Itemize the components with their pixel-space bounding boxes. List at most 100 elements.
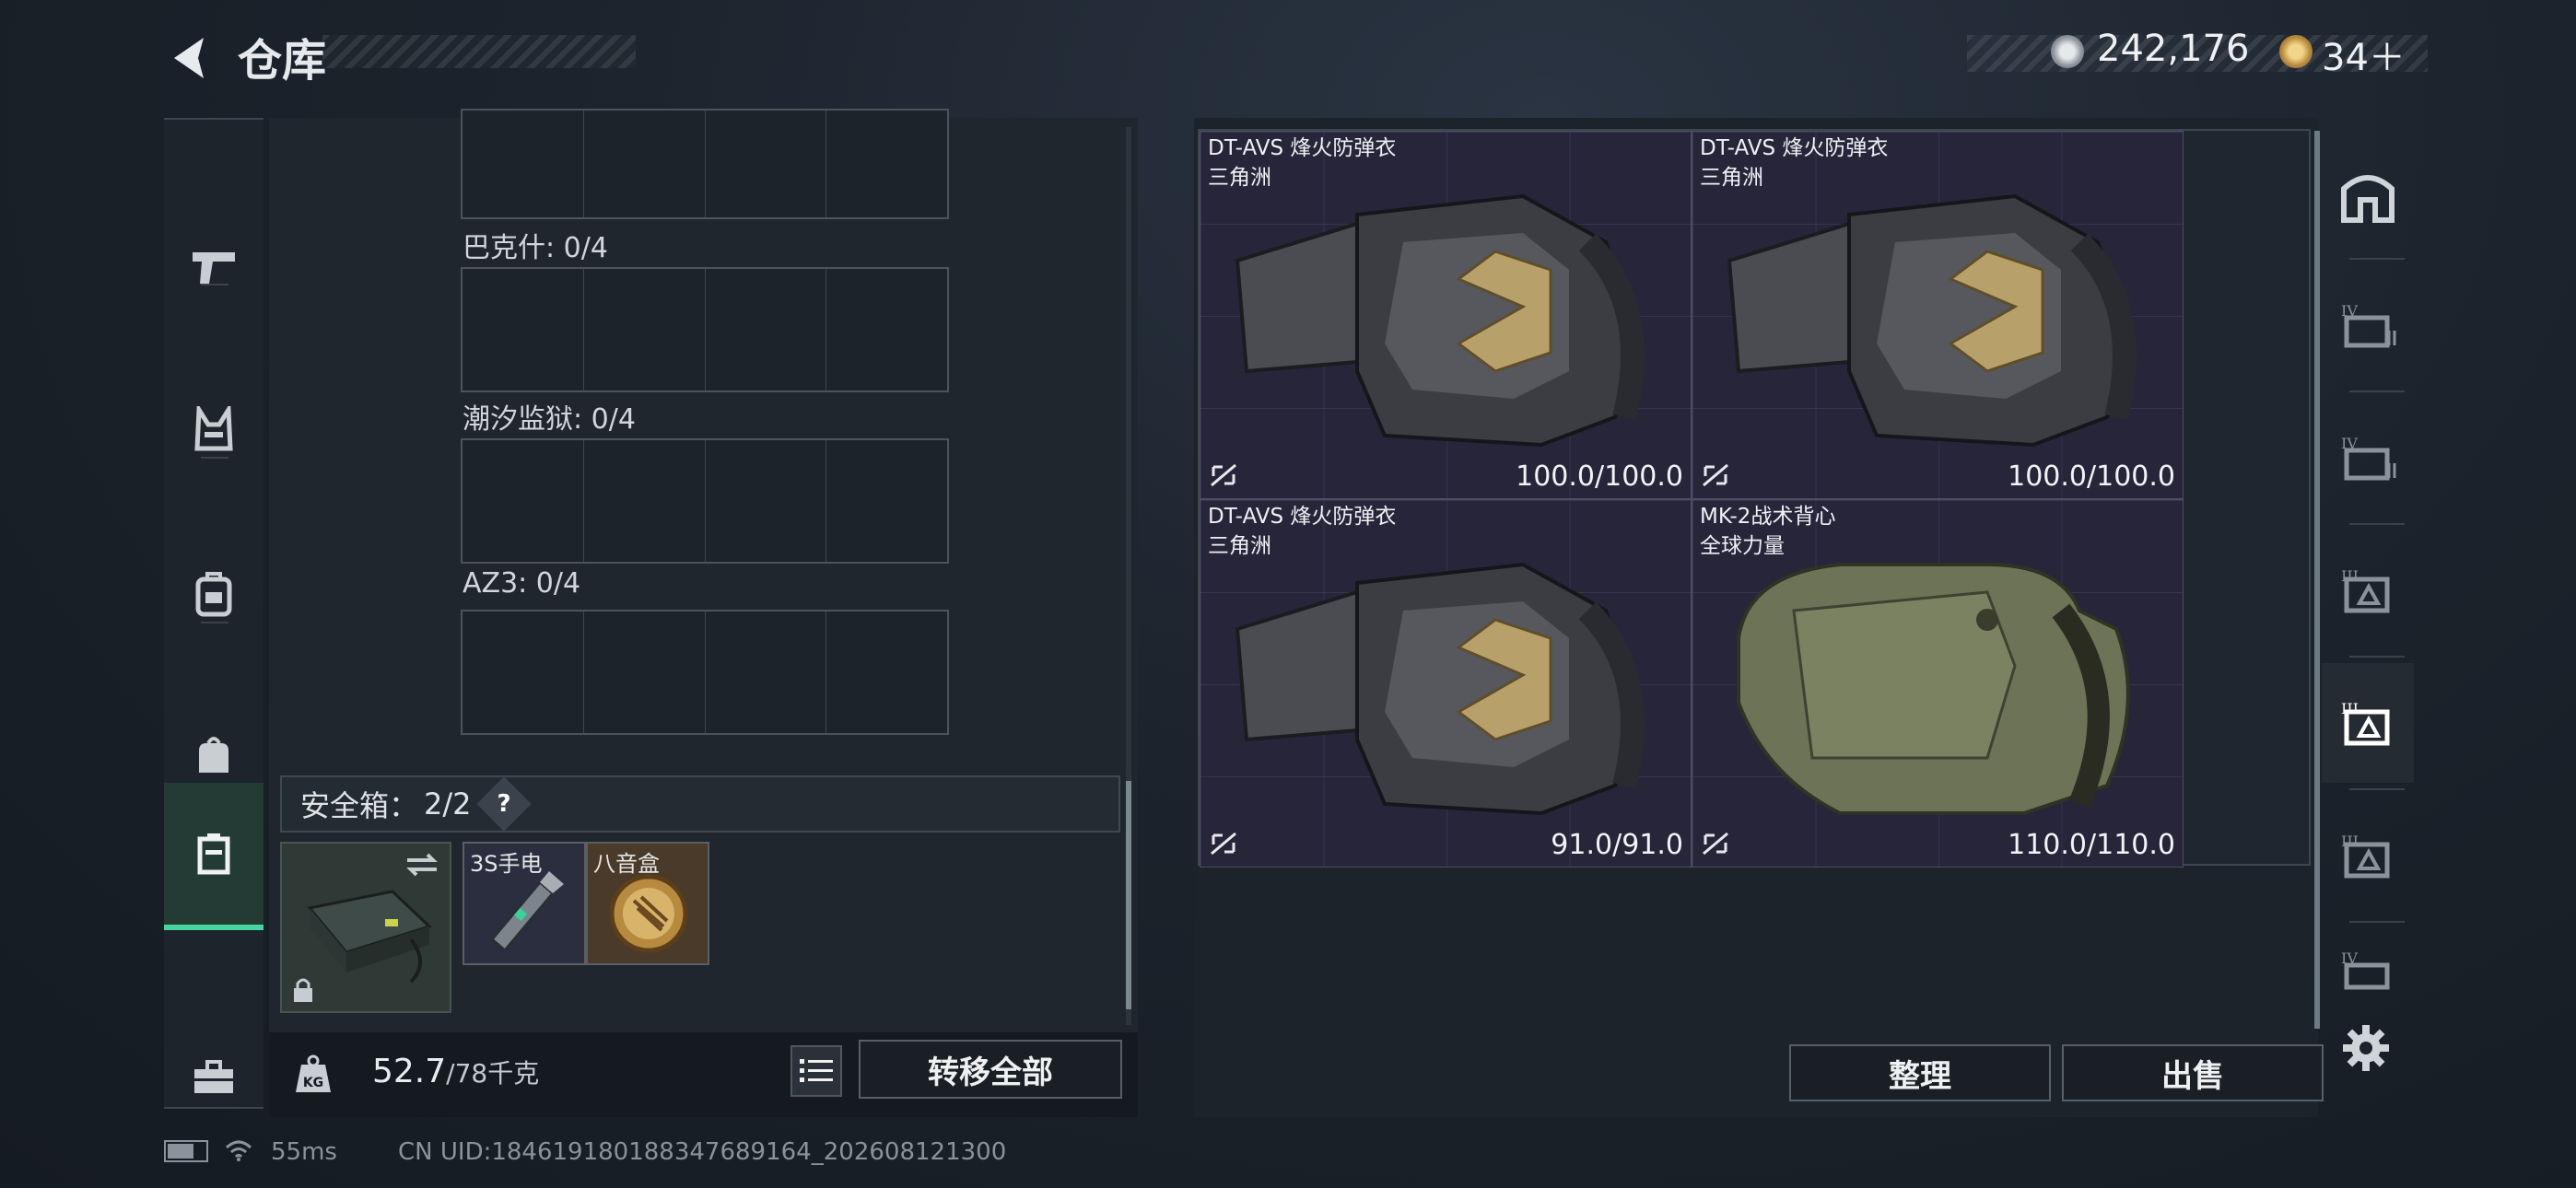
settings-button[interactable] [2338,1020,2394,1076]
stash-grid: DT-AVS 烽火防弹衣 三角洲 100.0/100.0 DT-AVS 烽火防弹… [1198,129,2311,868]
user-uid: CN UID:18461918018834768​9164_2026081213… [398,1138,1007,1166]
item-durability: 100.0/100.0 [1516,460,1683,493]
bag-rail: IV IV III III III IV [2322,118,2414,1039]
bag-tab-case-iv[interactable]: IV [2322,265,2414,385]
header-decor [322,35,636,68]
lock-icon [294,978,312,1002]
key-slot-grid[interactable] [461,438,949,564]
bag-tab-stash[interactable] [2322,138,2414,258]
svg-text:III: III [2341,700,2359,717]
unbound-icon [1211,463,1236,487]
weight-readout: 52.7/78千克 [372,1053,539,1090]
safe-box-header: 安全箱： 2/2 ? [280,775,1120,833]
sell-button[interactable]: 出售 [2062,1044,2324,1101]
category-rail [164,118,263,1109]
bag-tab-case-iv-2[interactable]: IV [2322,398,2414,518]
music-box-icon [609,874,688,953]
svg-text:III: III [2341,567,2359,585]
weight-value: 52.7 [372,1053,447,1090]
silver-coin-icon [2051,35,2084,68]
rail-item-weapons[interactable] [164,203,263,332]
rail-item-safe-case[interactable] [164,783,263,930]
rail-item-armor-rig[interactable] [164,365,263,494]
currency-primary: 242,176 [2097,28,2250,70]
swap-icon[interactable] [404,851,440,879]
stash-item[interactable]: DT-AVS 烽火防弹衣 三角洲 100.0/100.0 [1692,131,2184,499]
page-title: 仓库 [238,35,327,87]
stash-item[interactable]: DT-AVS 烽火防弹衣 三角洲 100.0/100.0 [1200,131,1692,499]
key-slot-grid[interactable] [461,109,949,219]
pistol-icon [193,252,235,284]
safe-case-slot[interactable] [280,842,451,1013]
container-panel: 巴克什: 0/4 潮汐监狱: 0/4 AZ3: 0/4 安全箱： 2/2 ? 3… [269,109,1138,1117]
chest-rig-icon [194,406,233,451]
safe-box-count: 2/2 [424,786,472,821]
stash-home-icon [2341,175,2395,223]
scrollbar-thumb[interactable] [1126,781,1131,1009]
list-view-button[interactable] [790,1045,842,1097]
case-tier-iv-icon: IV [2341,302,2396,348]
battery-icon [164,1140,208,1162]
svg-text:KG: KG [303,1076,323,1090]
unbound-icon [1703,832,1728,856]
body-armor-icon [1235,562,1645,816]
body-armor-icon [1235,193,1645,448]
stash-item[interactable]: DT-AVS 烽火防弹衣 三角洲 91.0/91.0 [1200,499,1692,868]
body-armor-icon [1727,193,2137,448]
stash-panel: DT-AVS 烽火防弹衣 三角洲 100.0/100.0 DT-AVS 烽火防弹… [1194,118,2324,1117]
svg-text:III: III [2341,833,2359,850]
ping-readout: 55ms [271,1138,337,1166]
item-source: 三角洲 [1700,166,1763,190]
stash-item[interactable]: MK-2战术背心 全球力量 110.0/110.0 [1692,499,2184,868]
gold-coin-icon [2279,35,2313,68]
currency-secondary[interactable]: 34＋ [2322,28,2406,81]
item-durability: 100.0/100.0 [2008,460,2175,493]
bag-tab-case-iii-active[interactable]: III [2322,663,2414,783]
item-source: 三角洲 [1208,166,1271,190]
stash-scrollbar[interactable] [2314,131,2320,1029]
unbound-icon [1703,463,1728,487]
item-source: 三角洲 [1208,534,1271,558]
rail-item-backpack[interactable] [164,530,263,658]
case-tier-iv-icon: IV [2341,435,2396,481]
key-slot-grid[interactable] [461,267,949,392]
case-tier-iii-icon: III [2341,833,2390,879]
bag-tab-case-iii[interactable]: III [2322,530,2414,650]
key-slot-grid[interactable] [461,610,949,735]
gear-icon [2343,1025,2389,1071]
help-icon[interactable]: ? [475,776,532,832]
item-name: DT-AVS 烽火防弹衣 [1700,136,1889,160]
weight-kg-icon: KG [287,1049,339,1101]
item-name: DT-AVS 烽火防弹衣 [1208,136,1397,160]
weight-max: /78千克 [446,1058,540,1089]
safe-item-flashlight[interactable]: 3S手电 [463,842,586,965]
toolbox-icon [194,1060,233,1093]
inventory-footer: KG 52.7/78千克 转移全部 [269,1032,1138,1117]
item-durability: 110.0/110.0 [2008,829,2175,861]
item-source: 全球力量 [1700,534,1785,558]
safe-box-label: 安全箱： [300,788,419,823]
item-name: DT-AVS 烽火防弹衣 [1208,505,1397,529]
pouch-icon [199,737,228,773]
bag-tab-case-iii-2[interactable]: III [2322,796,2414,915]
key-slot-label: 巴克什: 0/4 [463,232,608,264]
transfer-all-button[interactable]: 转移全部 [859,1040,1122,1099]
case-tier-iii-icon: III [2341,567,2390,613]
back-arrow-icon [174,38,204,78]
item-name: MK-2战术背心 [1700,505,1836,529]
key-slot-label: 潮汐监狱: 0/4 [463,403,636,436]
flashlight-icon [489,871,564,953]
backpack-icon [195,572,232,617]
case-icon [197,833,230,875]
unbound-icon [1211,832,1236,856]
case-tier-iv-icon: IV [2341,949,2390,990]
rail-item-toolbox[interactable] [164,1013,263,1142]
item-durability: 91.0/91.0 [1551,829,1683,861]
case-tier-iii-icon: III [2341,700,2390,746]
safe-item-music-box[interactable]: 八音盒 [586,842,709,965]
list-icon [800,1059,833,1082]
sort-button[interactable]: 整理 [1789,1044,2051,1101]
back-button[interactable] [157,26,221,90]
key-slot-label: AZ3: 0/4 [463,567,581,600]
bag-tab-case-iv-3[interactable]: IV [2322,919,2414,1020]
